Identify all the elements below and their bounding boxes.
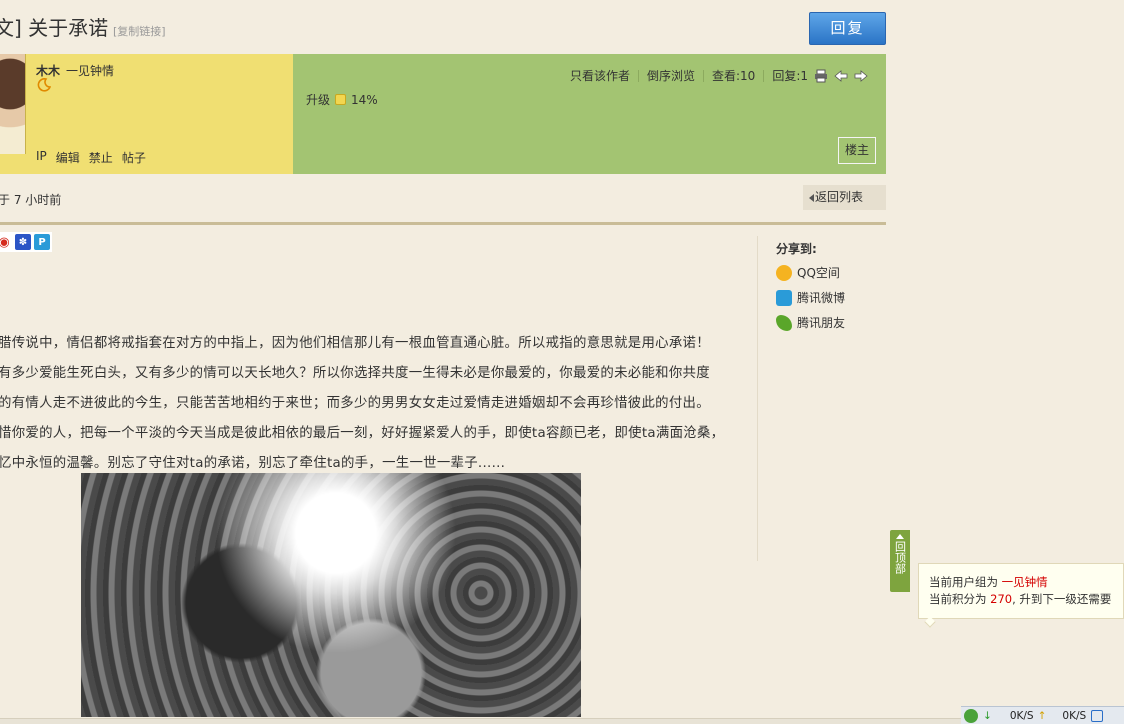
prev-thread-icon[interactable] [834, 69, 848, 83]
tooltip-line-1: 当前用户组为 一见钟情 [929, 574, 1123, 591]
tencent-weibo-icon [776, 289, 792, 306]
ie-icon[interactable] [1091, 709, 1104, 722]
share-tencent-friend[interactable]: 腾讯朋友 [776, 314, 845, 331]
upgrade-label: 升级 [306, 93, 331, 107]
download-arrow-icon: ↓ [983, 709, 992, 722]
author-name[interactable]: 木木 [36, 62, 60, 79]
next-thread-icon[interactable] [854, 69, 868, 83]
ban-link[interactable]: 禁止 [89, 149, 113, 166]
level-icon [335, 94, 347, 105]
sidebar-divider [757, 236, 758, 561]
tencent-weibo-icon[interactable]: P [34, 234, 50, 250]
posts-link[interactable]: 帖子 [122, 149, 146, 166]
level-percent: 14% [351, 92, 378, 107]
edit-link[interactable]: 编辑 [56, 149, 80, 166]
thread-title: 文] 关于承诺 [0, 16, 109, 40]
upload-arrow-icon: ↑ [1037, 709, 1047, 722]
print-icon[interactable] [814, 69, 828, 83]
back-to-top-label: 回顶部 [893, 541, 907, 574]
tencent-friend-icon [776, 314, 792, 331]
post-line: 忆中永恒的温馨。别忘了守住对ta的承诺，别忘了牵住ta的手，一生一世一辈子...… [0, 456, 506, 471]
post-line: 有多少爱能生死白头，又有多少的情可以天长地久？所以你选择共度一生得未必是你最爱的… [0, 366, 710, 381]
reverse-order-link[interactable]: 倒序浏览 [647, 67, 695, 84]
divider [0, 222, 886, 225]
arrow-up-icon [896, 534, 904, 539]
baidu-icon[interactable]: ✽ [15, 234, 31, 250]
separator [763, 69, 765, 82]
share-qzone[interactable]: QQ空间 [776, 264, 840, 281]
floor-badge: 楼主 [838, 137, 876, 164]
accelerator-icon[interactable] [964, 708, 978, 723]
tooltip-line-2: 当前积分为 270, 升到下一级还需要 [929, 591, 1123, 608]
moon-icon [37, 78, 51, 92]
qzone-icon [776, 264, 792, 281]
sina-weibo-icon[interactable]: ◉ [0, 234, 12, 250]
level-progress: 升级 14% [306, 91, 378, 108]
share-label: 腾讯朋友 [797, 316, 846, 330]
share-label: 腾讯微博 [797, 291, 846, 305]
separator [637, 69, 639, 82]
browser-bottom-edge [0, 718, 961, 724]
reply-button[interactable]: 回复 [809, 12, 886, 45]
user-group-tooltip: 当前用户组为 一见钟情 当前积分为 270, 升到下一级还需要 [918, 563, 1124, 619]
tooltip-text: , 升到下一级还需要 [1012, 592, 1112, 606]
ip-link[interactable]: IP [36, 149, 47, 166]
post-line: 惜你爱的人，把每一个平淡的今天当成是彼此相依的最后一刻，好好握紧爱人的手，即使t… [0, 426, 725, 441]
post-tools: 只看该作者 倒序浏览 查看:10 回复:1 [570, 67, 868, 84]
back-to-top-button[interactable]: 回顶部 [890, 530, 910, 592]
share-title: 分享到: [776, 242, 817, 256]
tooltip-text: 当前积分为 [929, 592, 991, 606]
separator [702, 69, 704, 82]
post-line: 的有情人走不进彼此的今生，只能苦苦地相约于来世；而多少的男男女女走过爱情走进婚姻… [0, 396, 710, 411]
tooltip-text: 当前用户组为 [929, 575, 1002, 589]
reply-count: 回复:1 [772, 69, 808, 83]
user-group-value: 一见钟情 [1001, 575, 1048, 589]
view-count: 查看:10 [711, 69, 756, 83]
share-tencent-weibo[interactable]: 腾讯微博 [776, 289, 845, 306]
post-line: 腊传说中，情侣都将戒指套在对方的中指上，因为他们相信那儿有一根血管直通心脏。所以… [0, 336, 710, 351]
back-to-list-button[interactable]: 返回列表 [803, 185, 886, 210]
points-value: 270 [990, 592, 1013, 606]
author-actions: IP 编辑 禁止 帖子 [36, 149, 146, 166]
network-status-bar: ↓ 0K/S ↑ 0K/S [961, 706, 1124, 724]
copy-link[interactable]: [复制链接] [113, 23, 166, 39]
author-title: 一见钟情 [66, 64, 115, 78]
upload-speed: 0K/S [1062, 709, 1087, 722]
avatar[interactable] [0, 54, 26, 154]
share-icon-bar: ◉ ✽ P [0, 232, 52, 252]
download-speed: 0K/S [1009, 709, 1034, 722]
post-photo[interactable] [81, 473, 581, 717]
share-label: QQ空间 [797, 266, 840, 280]
only-author-link[interactable]: 只看该作者 [570, 67, 630, 84]
posted-time: 于 7 小时前 [0, 193, 62, 207]
